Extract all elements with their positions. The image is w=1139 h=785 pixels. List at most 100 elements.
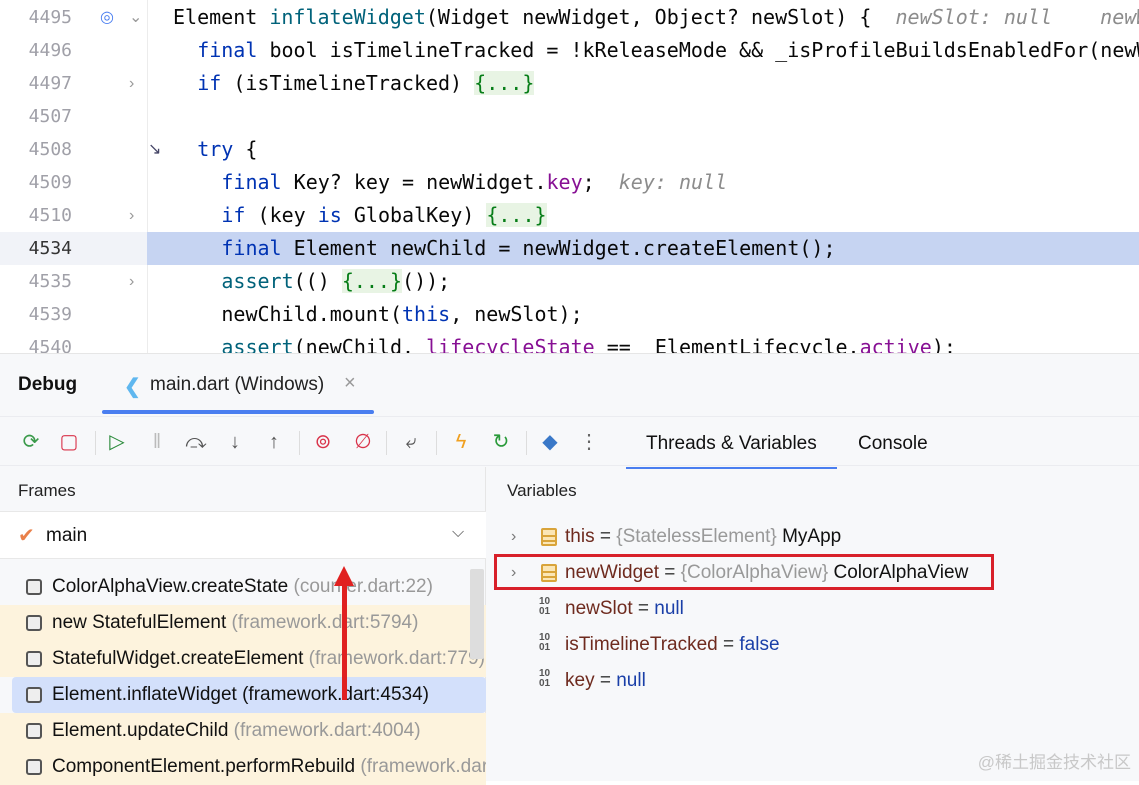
close-icon[interactable]: × [344,372,356,395]
variable-text: isTimelineTracked = false [565,627,780,663]
variable-item[interactable]: 10 01 key = null [487,663,1139,699]
frame-item[interactable]: Element.inflateWidget (framework.dart:45… [12,677,486,713]
equals-sign: = [594,670,617,691]
code-token[interactable]: {...} [486,203,547,227]
stop-icon[interactable]: ▢ [56,429,82,455]
debug-title: Debug [18,374,78,395]
frame-item[interactable]: StatefulWidget.createElement (framework.… [0,641,486,677]
frame-label: Element.inflateWidget (framework.dart:45… [52,677,429,713]
code-token: key: null [618,170,728,194]
equals-sign: = [717,634,740,655]
fold-chevron-icon[interactable]: › [129,199,134,232]
variable-name: key [565,670,595,691]
step-into-icon[interactable]: ↓ [222,429,248,455]
primitive-icon: 10 01 [539,668,551,689]
frame-name: Element.updateChild [52,720,229,741]
frame-name: ColorAlphaView.createState [52,576,289,597]
frame-label: Element.updateChild (framework.dart:4004… [52,713,421,749]
mute-breakpoints-icon[interactable]: ∅ [350,429,376,455]
variable-item[interactable]: 10 01 isTimelineTracked = false [487,627,1139,663]
tab-console[interactable]: Console [858,433,928,455]
frame-item[interactable]: ColorAlphaView.createState (counter.dart… [0,569,486,605]
session-tab[interactable]: ❮ main.dart (Windows) × [102,354,374,414]
line-number: 4497 [28,73,72,94]
code-token: ; [582,170,619,194]
code-editor[interactable]: 4495 ◎ ⌄ Element inflateWidget(Widget newWi… [0,0,1139,353]
step-over-icon[interactable]: ⤼ [183,429,209,455]
code-token: inflateWidget [269,5,426,29]
step-out-icon[interactable]: ↑ [261,429,287,455]
variable-name: this [565,526,595,547]
code-token: Key? key = newWidget. [281,170,547,194]
hot-restart-icon[interactable]: ↻ [488,429,514,455]
frame-item[interactable]: Element.updateChild (framework.dart:4004… [0,713,486,749]
code-token: Element newChild = newWidget.createEleme… [281,236,836,260]
code-text: newChild.mount(this, newSlot); [147,298,1139,331]
variables-header: Variables [507,481,577,500]
frame-label: StatefulWidget.createElement (framework.… [52,641,485,677]
frame-icon [26,759,42,775]
code-text: final Element newChild = newWidget.creat… [147,232,1139,265]
frame-name: Element.inflateWidget [52,684,237,705]
resume-icon[interactable]: ▷ [104,429,130,455]
code-line: 4496 final bool isTimelineTracked = !kRel… [0,34,1139,67]
pause-icon[interactable]: ‖ [144,429,170,455]
frame-location: (framework.dart:5642) [360,756,486,777]
collapse-chevron-icon[interactable]: ⌄ [129,1,142,34]
code-token: this [402,302,451,326]
code-line: 4510 › if (key is GlobalKey) {...} [0,199,1139,232]
code-text: assert(newChild._lifecycleState == _Elem… [147,331,1139,353]
variable-text: this = {StatelessElement} MyApp [565,519,841,555]
frame-item[interactable]: ComponentElement.performRebuild (framewo… [0,749,486,785]
tab-threads-variables[interactable]: Threads & Variables [626,433,837,469]
frame-name: ComponentElement.performRebuild [52,756,356,777]
line-number: 4535 [28,271,72,292]
toolbar-separator [299,431,300,455]
rerun-icon[interactable]: ⟳ [18,429,44,455]
code-token: final [197,38,258,62]
code-token[interactable]: {...} [341,269,403,293]
more-icon[interactable]: ⋮ [576,429,602,455]
dart-devtools-icon[interactable]: ◆ [537,429,563,455]
frame-label: ColorAlphaView.createState (counter.dart… [52,569,433,605]
debug-marker-icon[interactable]: ◎ [100,1,114,34]
equals-sign: = [632,598,655,619]
frames-scrollbar[interactable] [470,569,484,659]
fold-chevron-icon[interactable]: › [129,265,134,298]
code-token: (key [245,203,318,227]
code-token: (Widget newWidget, Object? newSlot) { [425,5,896,29]
code-text: if (isTimelineTracked) {...} [147,67,1139,100]
variable-name: isTimelineTracked [565,634,718,655]
code-token: newSlot: null newWidget [895,5,1139,29]
variable-item[interactable]: 10 01 newSlot = null [487,591,1139,627]
thread-selector[interactable]: ✔ main ⌵ [0,511,486,559]
variable-item[interactable]: › this = {StatelessElement} MyApp [487,519,1139,555]
code-text: try { [147,133,1139,166]
code-line: 4495 ◎ ⌄ Element inflateWidget(Widget newWi… [0,1,1139,34]
drop-frame-icon[interactable]: ⤶ [398,429,424,455]
equals-sign: = [594,526,617,547]
code-token: Element [173,5,270,29]
session-tab-label: main.dart (Windows) [150,374,325,395]
toolbar-separator [436,431,437,455]
expand-chevron-icon[interactable]: › [511,519,516,555]
annotation-arrow-head [334,566,354,586]
code-text: if (key is GlobalKey) {...} [147,199,1139,232]
code-line: 4507 [0,100,1139,133]
variable-value: MyApp [782,526,842,547]
code-token[interactable]: {...} [474,71,535,95]
variable-name: newSlot [565,598,633,619]
variables-pane: Variables › this = {StatelessElement} MyA… [487,467,1139,782]
frame-item[interactable]: new StatefulElement (framework.dart:5794… [0,605,486,641]
frame-label: ComponentElement.performRebuild (framewo… [52,749,486,785]
line-number: 4539 [28,304,72,325]
variable-value: null [616,670,646,691]
code-token: assert [221,269,294,293]
variable-value: false [739,634,780,655]
code-token: GlobalKey) [341,203,487,227]
fold-chevron-icon[interactable]: › [129,67,134,100]
hot-reload-icon[interactable]: ϟ [448,429,474,455]
view-breakpoints-icon[interactable]: ⊚ [310,429,336,455]
code-token: (() [293,269,342,293]
line-number: 4540 [28,337,72,353]
